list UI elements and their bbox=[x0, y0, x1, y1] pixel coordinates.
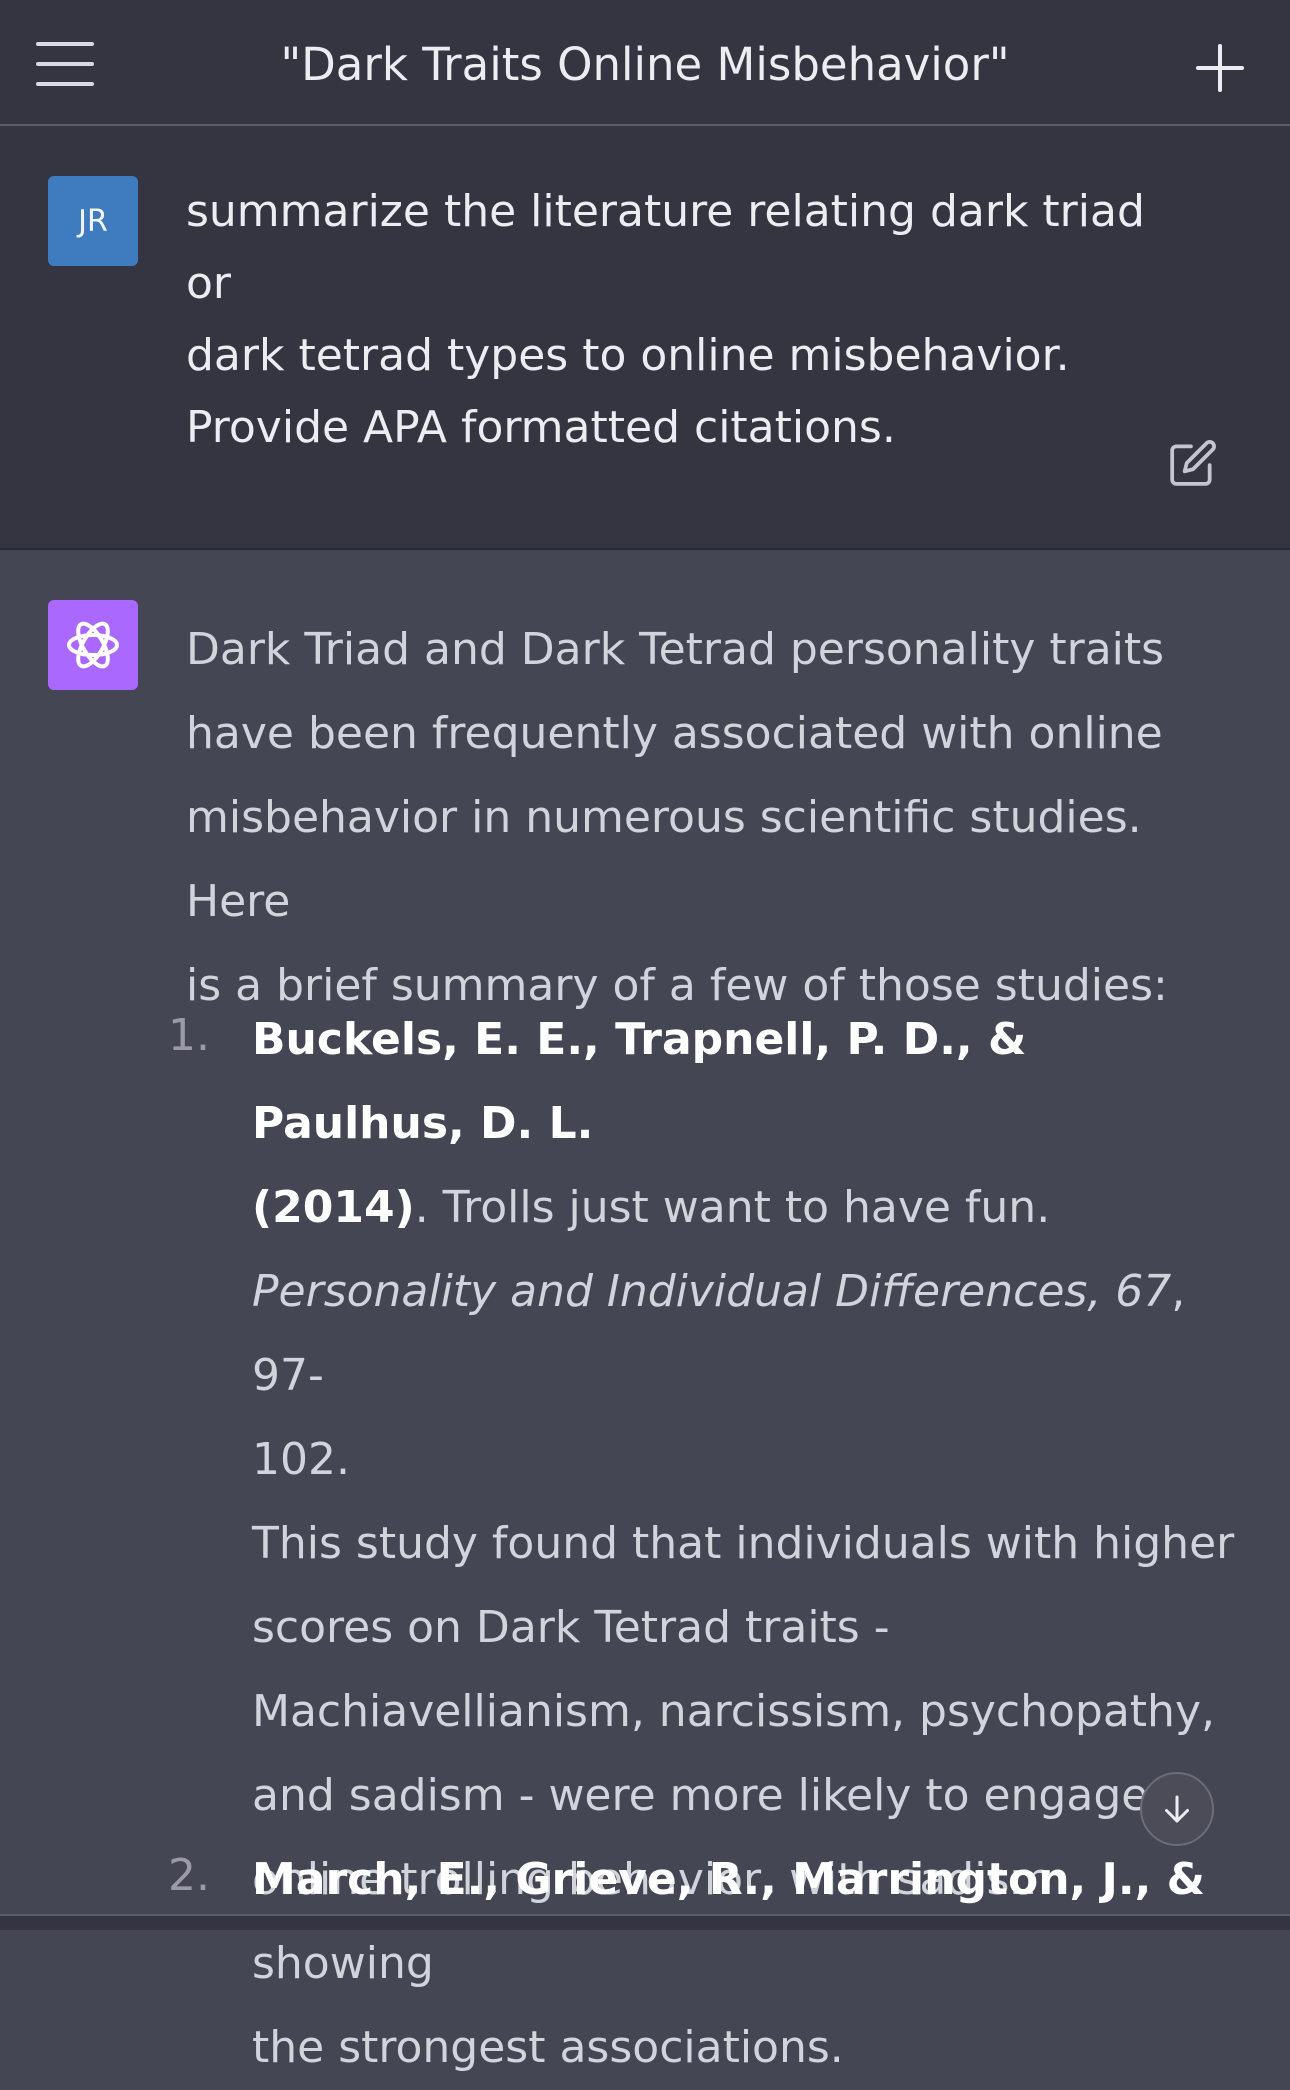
user-message-text: summarize the literature relating dark t… bbox=[186, 176, 1196, 464]
edit-icon[interactable] bbox=[1168, 438, 1218, 488]
user-message-line: summarize the literature relating dark t… bbox=[186, 186, 1145, 309]
menu-icon-line bbox=[36, 62, 94, 66]
intro-line: have been frequently associated with onl… bbox=[186, 708, 1163, 759]
citation-title: . Trolls just want to have fun. bbox=[414, 1182, 1051, 1233]
intro-line: misbehavior in numerous scientific studi… bbox=[186, 792, 1142, 927]
summary-line: scores on Dark Tetrad traits - bbox=[252, 1602, 890, 1653]
user-message-line: Provide APA formatted citations. bbox=[186, 402, 896, 453]
summary-line: Machiavellianism, narcissism, psychopath… bbox=[252, 1686, 1215, 1737]
citation-authors: March, E., Grieve, R., Marrington, J., & bbox=[252, 1854, 1206, 1905]
citation-pages-end: 102. bbox=[252, 1434, 350, 1485]
assistant-intro: Dark Triad and Dark Tetrad personality t… bbox=[186, 608, 1226, 1028]
bottom-bar bbox=[0, 1914, 1290, 1930]
assistant-message: Dark Triad and Dark Tetrad personality t… bbox=[0, 550, 1290, 2073]
openai-logo-icon bbox=[48, 600, 138, 690]
menu-icon-line bbox=[36, 42, 94, 46]
user-message: JR summarize the literature relating dar… bbox=[0, 126, 1290, 550]
arrow-down-icon bbox=[1165, 1795, 1189, 1823]
summary-line: This study found that individuals with h… bbox=[252, 1518, 1235, 1569]
conversation-title: "Dark Traits Online Misbehavior" bbox=[280, 38, 1010, 91]
summary-line: and sadism - were more likely to engage … bbox=[252, 1770, 1203, 1821]
top-bar: "Dark Traits Online Misbehavior" bbox=[0, 0, 1290, 126]
citation-authors: Buckels, E. E., Trapnell, P. D., & Paulh… bbox=[252, 1014, 1027, 1149]
user-avatar: JR bbox=[48, 176, 138, 266]
list-number: 1. bbox=[168, 1010, 210, 1061]
menu-icon-line bbox=[36, 82, 94, 86]
list-number: 2. bbox=[168, 1850, 210, 1901]
new-chat-button[interactable] bbox=[1196, 44, 1244, 92]
menu-button[interactable] bbox=[36, 40, 96, 90]
summary-line: the strongest associations. bbox=[252, 2022, 844, 2073]
list-item: March, E., Grieve, R., Marrington, J., & bbox=[252, 1838, 1242, 1922]
user-message-line: dark tetrad types to online misbehavior. bbox=[186, 330, 1070, 381]
citation-journal: Personality and Individual Differences, … bbox=[252, 1266, 1172, 1317]
intro-line: Dark Triad and Dark Tetrad personality t… bbox=[186, 624, 1165, 675]
citation-year: (2014) bbox=[252, 1182, 415, 1233]
scroll-to-bottom-button[interactable] bbox=[1140, 1772, 1214, 1846]
